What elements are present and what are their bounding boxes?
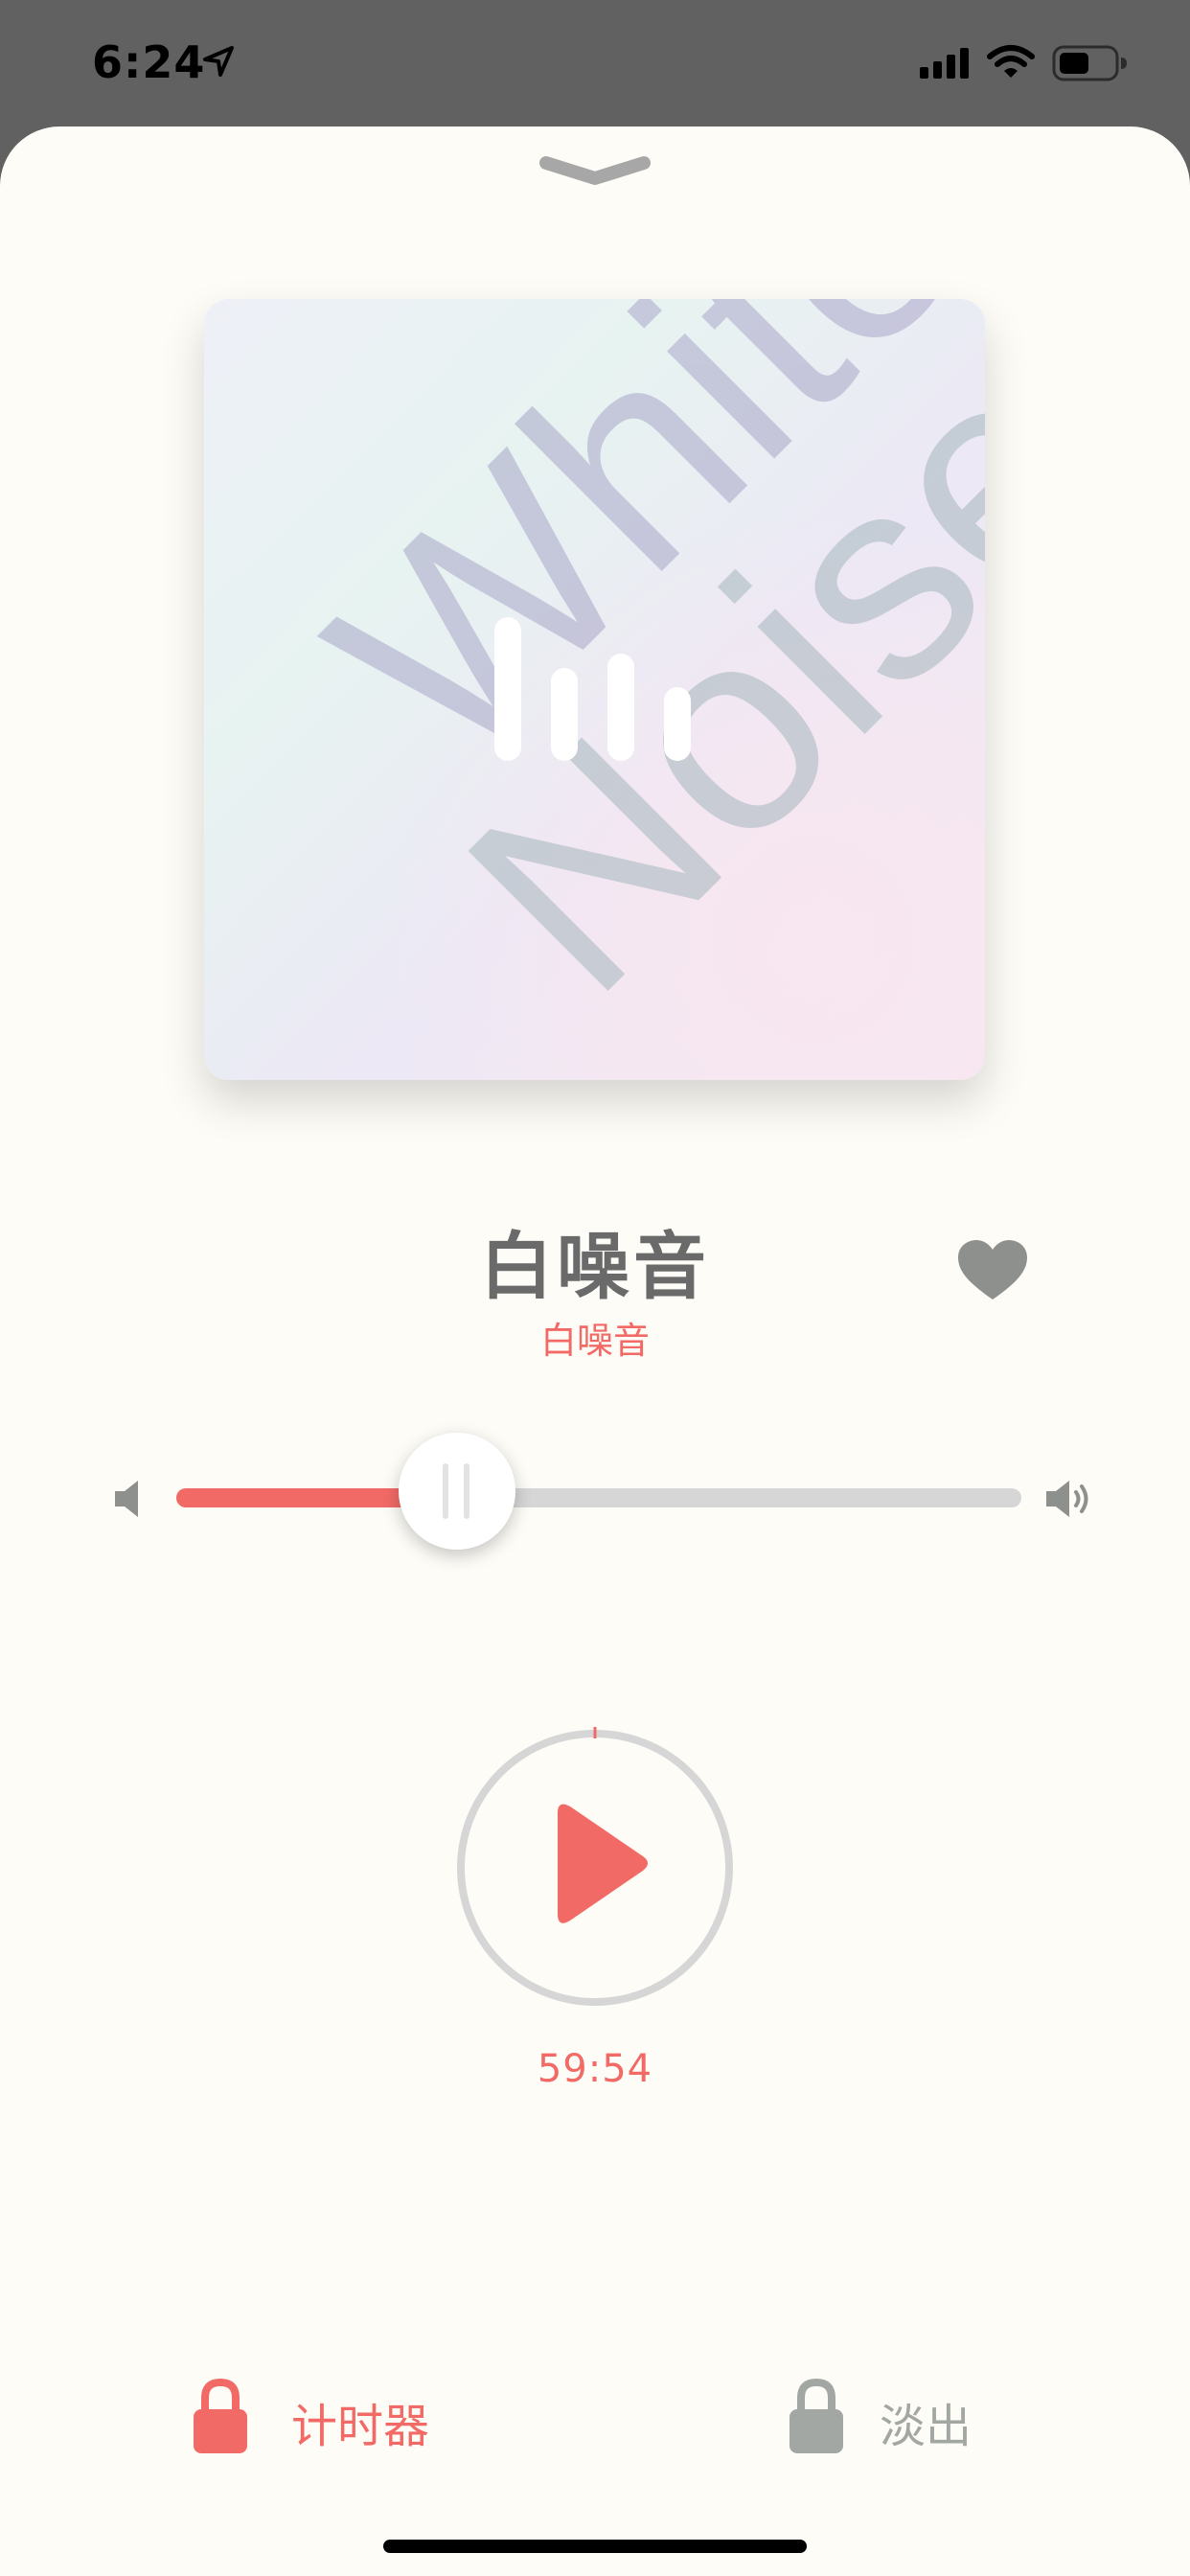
timer-readout: 59:54	[537, 2047, 653, 2091]
volume-high-icon[interactable]	[1044, 1478, 1094, 1524]
heart-icon[interactable]	[956, 1238, 1029, 1307]
fade-out-label: 淡出	[880, 2400, 973, 2453]
volume-slider-thumb[interactable]	[399, 1433, 515, 1550]
volume-low-icon[interactable]	[113, 1478, 148, 1524]
lock-icon	[788, 2377, 845, 2459]
chevron-down-icon[interactable]	[538, 153, 652, 196]
location-arrow-icon	[201, 44, 236, 82]
play-button[interactable]	[454, 1727, 736, 2009]
play-icon	[558, 1804, 648, 1923]
volume-slider[interactable]	[176, 1488, 1021, 1507]
home-indicator[interactable]	[383, 2540, 807, 2553]
player-sheet: White Noise 白噪音 白噪音 59:54 计时器 淡出	[0, 126, 1190, 2576]
lock-icon	[192, 2377, 249, 2459]
track-subtitle: 白噪音	[539, 1320, 650, 1362]
album-art: White Noise	[204, 299, 985, 1080]
timer-label: 计时器	[291, 2400, 430, 2453]
wifi-icon	[987, 44, 1035, 84]
battery-icon	[1052, 44, 1129, 86]
cellular-signal-icon	[918, 46, 972, 84]
status-bar: 6:24	[0, 0, 1190, 126]
status-time: 6:24	[92, 36, 206, 88]
